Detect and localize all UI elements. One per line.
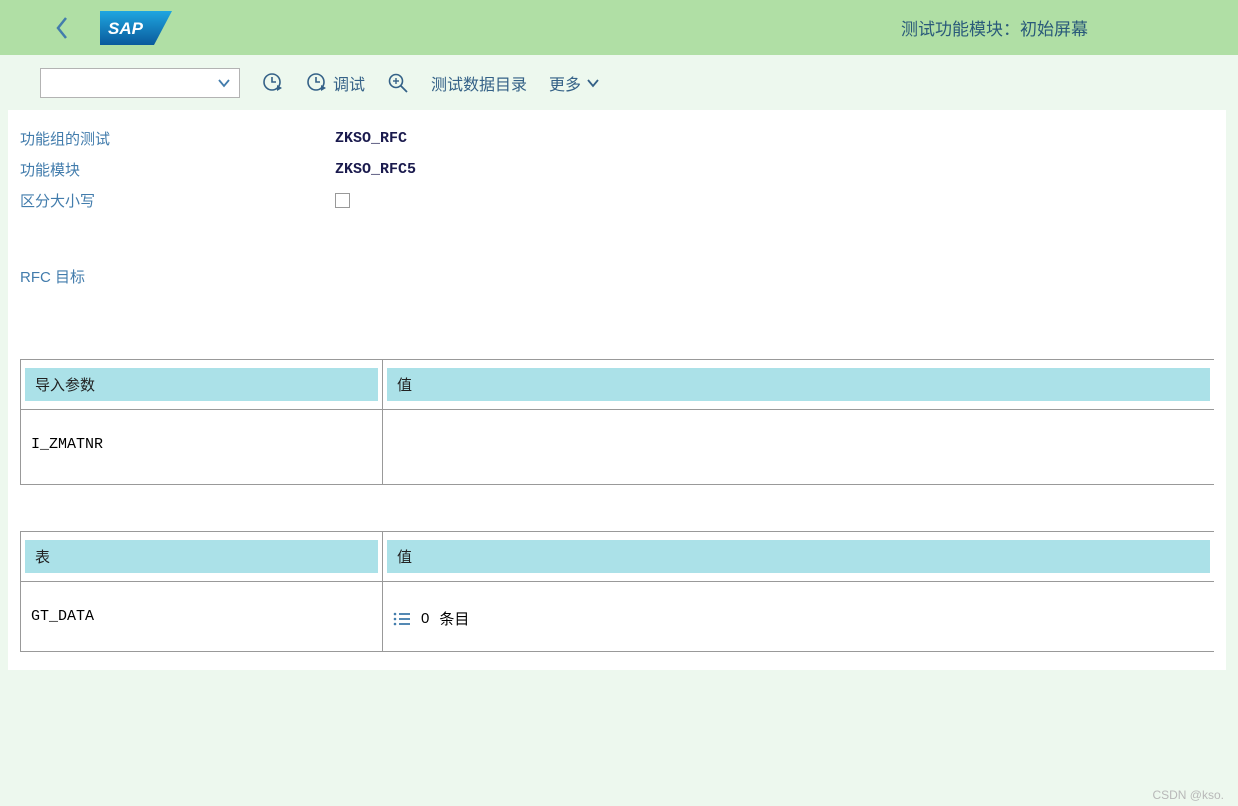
chevron-down-icon [586, 78, 600, 88]
rfc-target-label: RFC 目标 [20, 266, 335, 287]
table-row [383, 409, 1214, 484]
function-module-value: ZKSO_RFC5 [335, 161, 416, 178]
clock-execute-icon[interactable] [262, 72, 284, 94]
chevron-down-icon [217, 78, 231, 88]
table-row: GT_DATA [21, 581, 382, 647]
tables-table: 表 GT_DATA 值 0 条目 [20, 531, 1214, 652]
function-group-label: 功能组的测试 [20, 128, 335, 149]
table-name: GT_DATA [31, 608, 94, 625]
watermark: CSDN @kso. [1152, 788, 1224, 802]
param-name: I_ZMATNR [31, 436, 103, 453]
table-row: 0 条目 [383, 581, 1214, 651]
page-title: 测试功能模块：初始屏幕 [901, 15, 1088, 40]
rfc-target-row: RFC 目标 [20, 261, 1214, 291]
entry-suffix: 条目 [439, 608, 469, 629]
toolbar: 调试 测试数据目录 更多 [0, 55, 1238, 110]
param-value-input[interactable] [395, 436, 487, 462]
app-header: SAP 测试功能模块：初始屏幕 [0, 0, 1238, 55]
svg-text:SAP: SAP [108, 19, 144, 38]
case-sensitive-row: 区分大小写 [20, 190, 1214, 211]
function-group-value: ZKSO_RFC [335, 130, 407, 147]
content-area: 功能组的测试 ZKSO_RFC 功能模块 ZKSO_RFC5 区分大小写 RFC… [8, 110, 1226, 670]
test-data-dir-label: 测试数据目录 [431, 71, 527, 95]
function-module-label: 功能模块 [20, 159, 335, 180]
rfc-target-input[interactable] [335, 261, 715, 291]
case-sensitive-checkbox[interactable] [335, 193, 350, 208]
case-sensitive-label: 区分大小写 [20, 190, 335, 211]
tables-value-header: 值 [387, 540, 1210, 573]
import-value-header: 值 [387, 368, 1210, 401]
debug-label: 调试 [333, 71, 365, 95]
search-plus-icon[interactable] [387, 72, 409, 94]
sap-logo: SAP [100, 11, 172, 45]
list-icon[interactable] [393, 611, 411, 627]
test-data-dir-button[interactable]: 测试数据目录 [431, 71, 527, 95]
import-params-table: 导入参数 I_ZMATNR 值 [20, 359, 1214, 485]
debug-button[interactable]: 调试 [306, 71, 365, 95]
command-dropdown[interactable] [40, 68, 240, 98]
function-group-row: 功能组的测试 ZKSO_RFC [20, 128, 1214, 149]
more-label: 更多 [549, 71, 581, 95]
table-row: I_ZMATNR [21, 409, 382, 475]
more-button[interactable]: 更多 [549, 71, 600, 95]
import-param-header: 导入参数 [25, 368, 378, 401]
entry-count: 0 [421, 610, 429, 627]
back-button[interactable] [44, 16, 80, 40]
tables-param-header: 表 [25, 540, 378, 573]
function-module-row: 功能模块 ZKSO_RFC5 [20, 159, 1214, 180]
